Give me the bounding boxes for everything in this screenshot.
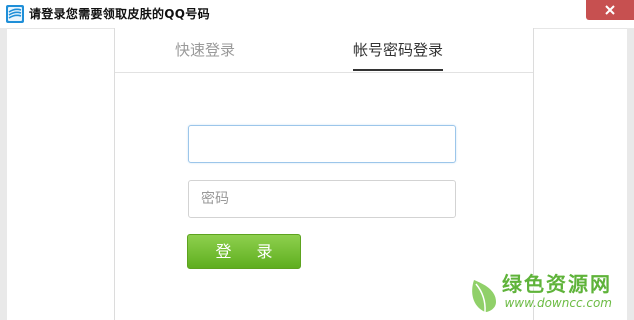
login-button[interactable]: 登 录 [187,234,301,269]
account-input[interactable] [188,125,456,163]
close-button[interactable] [586,0,634,20]
watermark: 绿色资源网 www.downcc.com [502,272,612,310]
watermark-url: www.downcc.com [504,296,612,310]
left-border [0,28,7,320]
login-tabs: 快速登录 帐号密码登录 [115,28,533,73]
tab-account-password-login[interactable]: 帐号密码登录 [353,40,444,71]
leaf-logo-icon [468,276,502,318]
window-title: 请登录您需要领取皮肤的QQ号码 [29,7,210,21]
password-input[interactable]: 密码 [188,180,456,218]
right-border [627,28,634,320]
app-logo-icon [5,4,25,24]
tab-quick-login[interactable]: 快速登录 [175,40,235,60]
close-icon [604,4,616,16]
title-bar[interactable]: 请登录您需要领取皮肤的QQ号码 [0,0,634,29]
login-window: 请登录您需要领取皮肤的QQ号码 快速登录 帐号密码登录 密码 登 录 绿色资源网… [0,0,634,320]
watermark-title: 绿色资源网 [502,272,612,296]
